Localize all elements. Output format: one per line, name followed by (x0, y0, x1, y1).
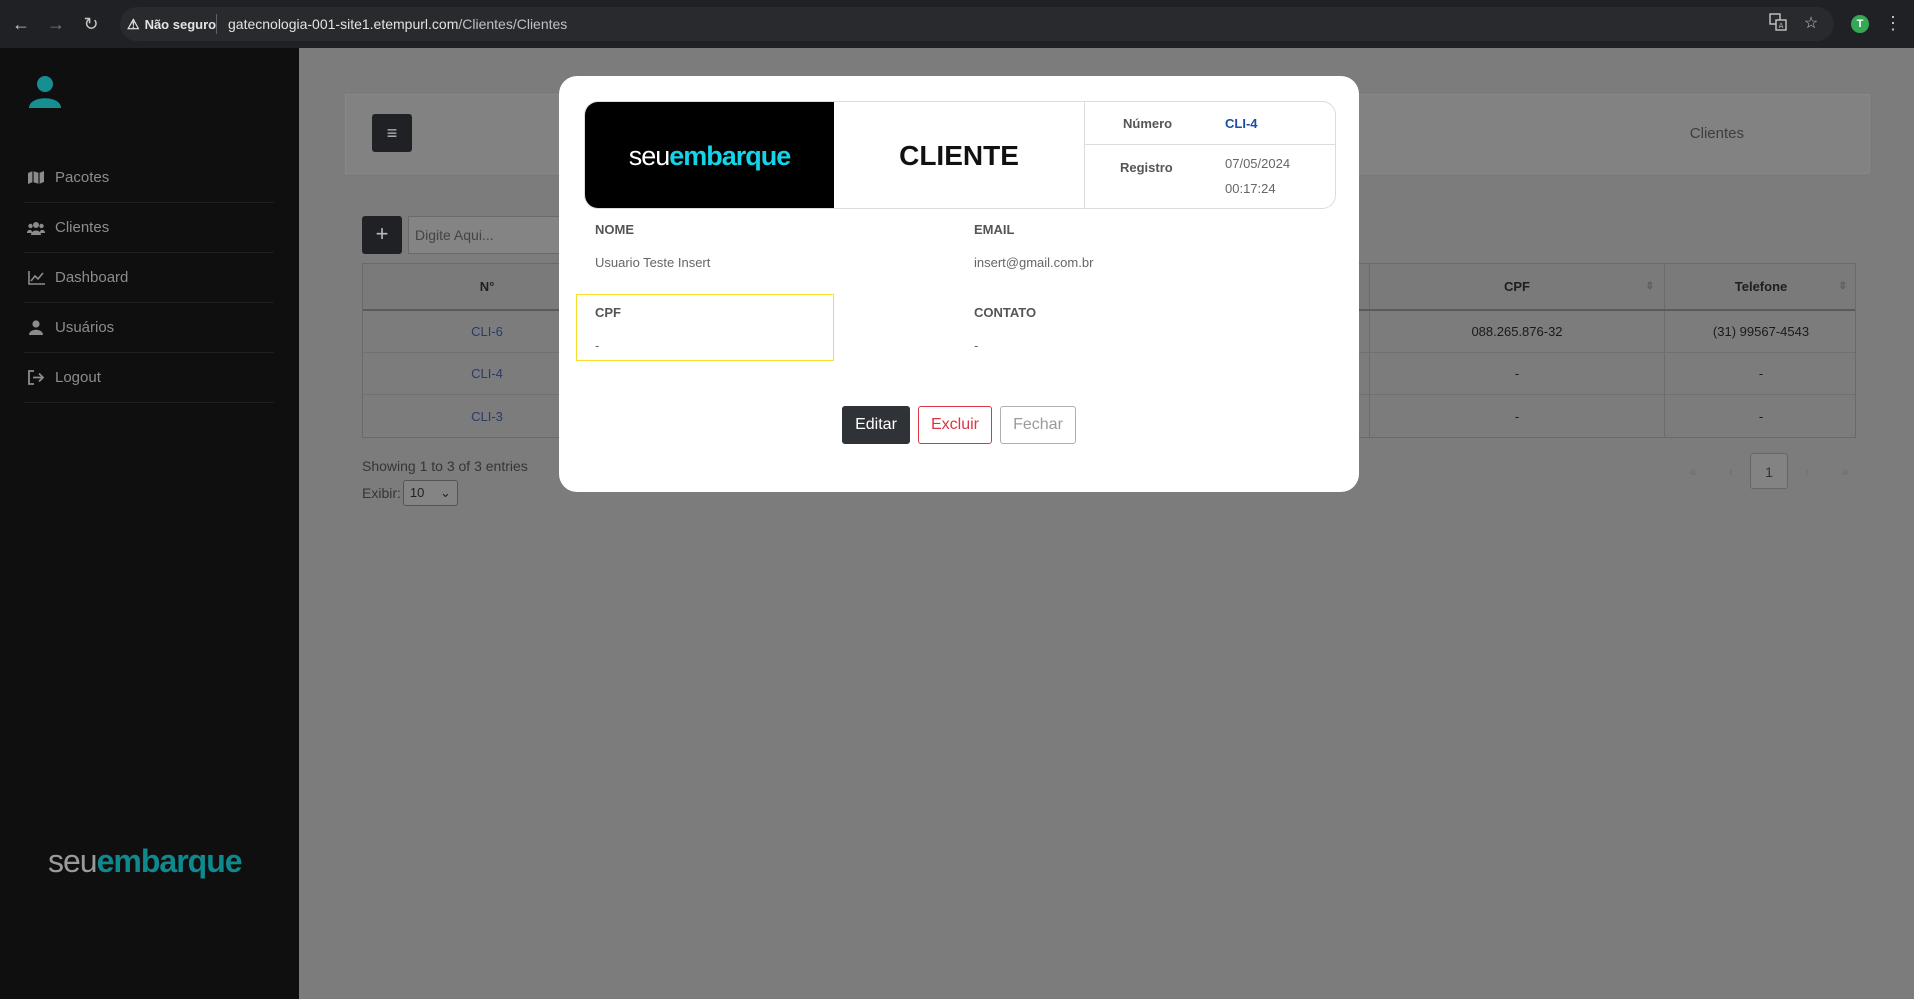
user-icon (27, 320, 45, 336)
user-avatar-icon (27, 73, 63, 109)
pagination-page-1[interactable]: 1 (1750, 453, 1788, 489)
sidebar-item-label: Usuários (55, 319, 115, 336)
pagination: « ‹ 1 › » (1674, 453, 1864, 489)
profile-avatar[interactable]: T (1851, 15, 1869, 33)
nome-label: NOME (595, 222, 634, 237)
reload-icon[interactable]: ↻ (80, 13, 102, 35)
sidebar-item-logout[interactable]: Logout (24, 353, 274, 403)
breadcrumb[interactable]: Clientes (1690, 125, 1744, 142)
header-label: N° (479, 279, 495, 294)
browser-toolbar: ← → ↻ ⚠ Não seguro gatecnologia-001-site… (0, 0, 1914, 48)
page-size-label: Exibir: (362, 485, 401, 501)
registro-label: Registro (1120, 160, 1173, 175)
sidebar-item-label: Pacotes (55, 169, 110, 186)
column-header-cpf[interactable]: CPF ⇳ (1370, 264, 1665, 309)
delete-button[interactable]: Excluir (918, 406, 992, 444)
pagination-last[interactable]: » (1826, 453, 1864, 489)
contato-value: - (974, 338, 979, 353)
sidebar: Pacotes Clientes Dashboard Usuários Logo… (0, 48, 299, 999)
cell-cpf: - (1370, 353, 1665, 394)
header-label: CPF (1504, 279, 1530, 294)
modal-header: seu embarque CLIENTE Número CLI-4 Registr… (584, 101, 1336, 209)
svg-text:A: A (1779, 22, 1784, 30)
forward-icon[interactable]: → (45, 13, 67, 35)
column-header-telefone[interactable]: Telefone ⇳ (1665, 264, 1857, 309)
sidebar-brand-logo: seuembarque (48, 843, 243, 880)
modal-title: CLIENTE (834, 102, 1085, 208)
header-label: Telefone (1734, 279, 1788, 294)
logout-icon (27, 370, 45, 386)
pagination-first[interactable]: « (1674, 453, 1712, 489)
contato-label: CONTATO (974, 305, 1037, 320)
logo-seu: seu (628, 140, 671, 171)
sidebar-item-clientes[interactable]: Clientes (24, 203, 274, 253)
modal-meta: Número CLI-4 Registro 07/05/2024 00:17:2… (1085, 102, 1335, 208)
bookmark-star-icon[interactable]: ☆ (1800, 13, 1822, 35)
cpf-label: CPF (595, 305, 621, 320)
users-icon (27, 220, 45, 236)
entries-info: Showing 1 to 3 of 3 entries (362, 458, 528, 474)
sidebar-menu: Pacotes Clientes Dashboard Usuários Logo… (24, 153, 274, 403)
registro-time: 00:17:24 (1225, 181, 1276, 196)
back-icon[interactable]: ← (10, 13, 32, 35)
cell-cpf: - (1370, 395, 1665, 437)
security-label: Não seguro (144, 17, 217, 32)
add-client-button[interactable]: + (362, 216, 402, 254)
modal-brand-logo: seu embarque (585, 102, 834, 208)
page-size-value: 10 (409, 485, 425, 500)
close-button[interactable]: Fechar (1000, 406, 1076, 444)
sidebar-item-label: Logout (55, 369, 101, 386)
cell-cpf: 088.265.876-32 (1370, 311, 1665, 352)
nome-value: Usuario Teste Insert (595, 255, 711, 270)
warning-icon: ⚠ (127, 16, 140, 32)
security-indicator[interactable]: ⚠ Não seguro (127, 16, 216, 33)
pagination-next[interactable]: › (1788, 453, 1826, 489)
cpf-value: - (595, 338, 600, 353)
sort-icon: ⇳ (1645, 281, 1654, 292)
url-host: gatecnologia-001-site1.etempurl.com (228, 16, 459, 32)
sidebar-item-label: Clientes (55, 219, 110, 236)
numero-value: CLI-4 (1225, 116, 1258, 131)
address-divider (216, 14, 217, 34)
cell-telefone: (31) 99567-4543 (1712, 324, 1810, 339)
chevron-down-icon: ⌄ (440, 485, 451, 500)
menu-toggle-button[interactable]: ≡ (372, 114, 412, 152)
logo-embarque: embarque (669, 140, 791, 171)
brand-embarque: embarque (96, 843, 243, 879)
page-size-control: Exibir: 10 ⌄ (362, 480, 458, 506)
cell-telefone: - (1758, 366, 1764, 381)
client-detail-modal: seu embarque CLIENTE Número CLI-4 Registr… (559, 76, 1359, 492)
url-text[interactable]: gatecnologia-001-site1.etempurl.com/Clie… (228, 16, 567, 32)
sidebar-item-label: Dashboard (55, 269, 129, 286)
sidebar-item-usuarios[interactable]: Usuários (24, 303, 274, 353)
map-icon (27, 170, 45, 186)
brand-seu: seu (48, 843, 98, 879)
email-label: EMAIL (974, 222, 1015, 237)
browser-menu-icon[interactable]: ⋮ (1884, 13, 1902, 34)
edit-button[interactable]: Editar (842, 406, 910, 444)
chart-icon (27, 270, 45, 286)
sidebar-item-pacotes[interactable]: Pacotes (24, 153, 274, 203)
url-path: /Clientes/Clientes (458, 16, 568, 32)
page-size-select[interactable]: 10 ⌄ (402, 480, 458, 506)
translate-icon[interactable]: A (1767, 13, 1789, 35)
sidebar-item-dashboard[interactable]: Dashboard (24, 253, 274, 303)
registro-date: 07/05/2024 (1225, 156, 1291, 171)
cell-telefone: - (1758, 408, 1764, 424)
meta-numero-row: Número CLI-4 (1085, 102, 1335, 145)
sort-icon: ⇳ (1838, 281, 1847, 292)
numero-label: Número (1123, 116, 1173, 131)
email-value: insert@gmail.com.br (974, 255, 1094, 270)
pagination-prev[interactable]: ‹ (1712, 453, 1750, 489)
